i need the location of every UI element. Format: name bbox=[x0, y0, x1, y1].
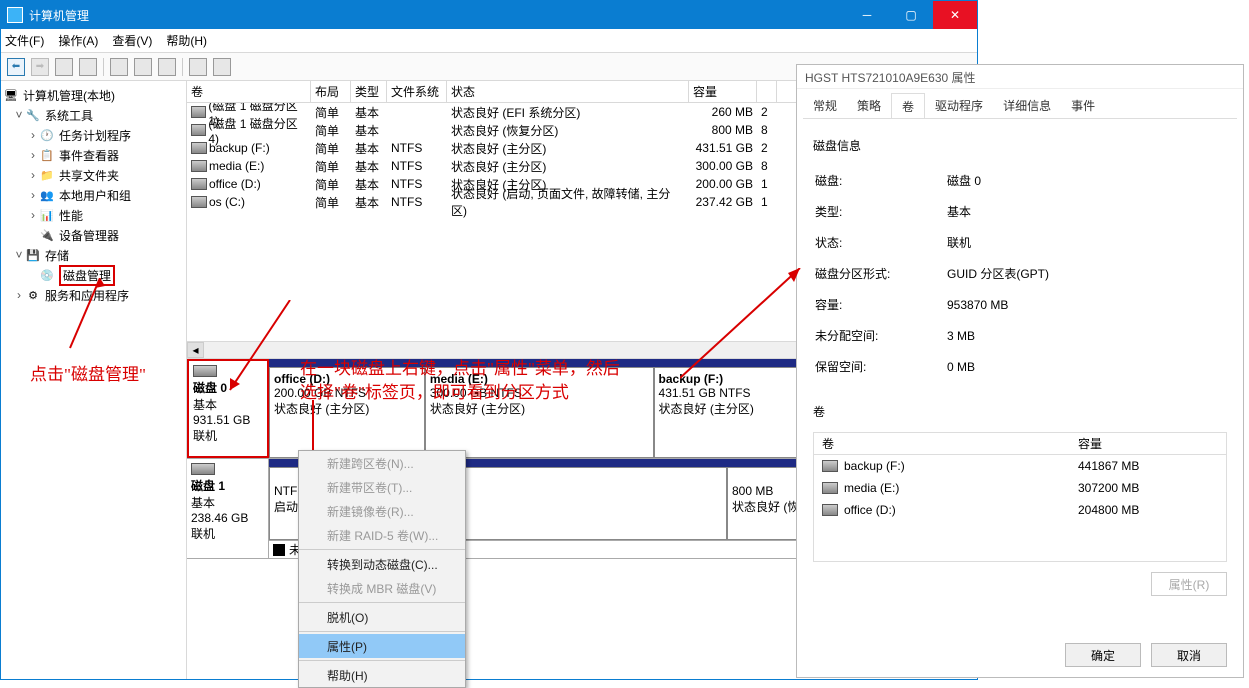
dialog-title: HGST HTS721010A9E630 属性 bbox=[797, 65, 1243, 89]
tree-root[interactable]: 计算机管理(本地) bbox=[23, 87, 115, 104]
annotation-1: 点击"磁盘管理" bbox=[30, 360, 146, 385]
close-button[interactable]: ✕ bbox=[933, 1, 977, 29]
tab-policy[interactable]: 策略 bbox=[847, 93, 891, 118]
disk-0-info[interactable]: 磁盘 0 基本 931.51 GB 联机 bbox=[187, 359, 269, 458]
disk-1-info[interactable]: 磁盘 1 基本 238.46 GB 联机 bbox=[187, 459, 269, 558]
share-icon: 📁 bbox=[39, 167, 55, 183]
disk-icon: 💿 bbox=[39, 267, 55, 283]
tree-item[interactable]: 共享文件夹 bbox=[59, 167, 119, 184]
col-status[interactable]: 状态 bbox=[447, 81, 689, 102]
toolbar-icon[interactable] bbox=[110, 58, 128, 76]
toolbar-icon[interactable] bbox=[134, 58, 152, 76]
volumes-box: 卷容量 backup (F:)441867 MBmedia (E:)307200… bbox=[813, 432, 1227, 562]
ctx-new-mirrored: 新建镜像卷(R)... bbox=[299, 499, 465, 523]
disk-context-menu: 新建跨区卷(N)... 新建带区卷(T)... 新建镜像卷(R)... 新建 R… bbox=[298, 450, 466, 688]
tab-details[interactable]: 详细信息 bbox=[993, 93, 1061, 118]
event-icon: 📋 bbox=[39, 147, 55, 163]
ctx-help[interactable]: 帮助(H) bbox=[299, 663, 465, 687]
tree-item[interactable]: 事件查看器 bbox=[59, 147, 119, 164]
col-volume[interactable]: 卷 bbox=[187, 81, 311, 102]
device-icon: 🔌 bbox=[39, 227, 55, 243]
ctx-new-striped: 新建带区卷(T)... bbox=[299, 475, 465, 499]
tree-item[interactable]: 本地用户和组 bbox=[59, 187, 131, 204]
ctx-convert-dynamic[interactable]: 转换到动态磁盘(C)... bbox=[299, 552, 465, 576]
col-type[interactable]: 类型 bbox=[351, 81, 387, 102]
volumes-heading: 卷 bbox=[813, 403, 1227, 420]
inner-properties-button: 属性(R) bbox=[1151, 572, 1227, 596]
col-layout[interactable]: 布局 bbox=[311, 81, 351, 102]
ctx-properties[interactable]: 属性(P) bbox=[299, 634, 465, 658]
dialog-volume-row[interactable]: backup (F:)441867 MB bbox=[814, 455, 1226, 477]
tree-diskmgmt[interactable]: 磁盘管理 bbox=[59, 265, 115, 286]
toolbar-icon[interactable] bbox=[55, 58, 73, 76]
ctx-offline[interactable]: 脱机(O) bbox=[299, 605, 465, 629]
ctx-new-spanned: 新建跨区卷(N)... bbox=[299, 451, 465, 475]
toolbar-icon[interactable] bbox=[213, 58, 231, 76]
tree-item[interactable]: 任务计划程序 bbox=[59, 127, 131, 144]
disk-info-table: 磁盘:磁盘 0类型:基本状态:联机磁盘分区形式:GUID 分区表(GPT)容量:… bbox=[813, 164, 1227, 383]
annotation-2a: 在一块磁盘上右键，点击"属性"菜单，然后 bbox=[300, 354, 620, 379]
menu-file[interactable]: 文件(F) bbox=[5, 32, 44, 49]
tree-systools[interactable]: 系统工具 bbox=[45, 107, 93, 124]
perf-icon: 📊 bbox=[39, 207, 55, 223]
ok-button[interactable]: 确定 bbox=[1065, 643, 1141, 667]
services-icon: ⚙ bbox=[25, 287, 41, 303]
scheduler-icon: 🕐 bbox=[39, 127, 55, 143]
users-icon: 👥 bbox=[39, 187, 55, 203]
tree-storage[interactable]: 存储 bbox=[45, 247, 69, 264]
menubar: 文件(F) 操作(A) 查看(V) 帮助(H) bbox=[1, 29, 977, 53]
disk-icon bbox=[193, 365, 217, 377]
toolbar-icon[interactable] bbox=[189, 58, 207, 76]
col-filesystem[interactable]: 文件系统 bbox=[387, 81, 447, 102]
minimize-button[interactable]: ─ bbox=[845, 1, 889, 29]
titlebar: 计算机管理 ─ ▢ ✕ bbox=[1, 1, 977, 29]
toolbar-icon[interactable] bbox=[79, 58, 97, 76]
tab-general[interactable]: 常规 bbox=[803, 93, 847, 118]
menu-view[interactable]: 查看(V) bbox=[112, 32, 152, 49]
tab-driver[interactable]: 驱动程序 bbox=[925, 93, 993, 118]
menu-help[interactable]: 帮助(H) bbox=[166, 32, 207, 49]
maximize-button[interactable]: ▢ bbox=[889, 1, 933, 29]
forward-icon: ➡ bbox=[31, 58, 49, 76]
tab-volumes[interactable]: 卷 bbox=[891, 93, 925, 118]
disk-info-heading: 磁盘信息 bbox=[813, 137, 1227, 154]
wrench-icon: 🔧 bbox=[25, 107, 41, 123]
disk-properties-dialog: HGST HTS721010A9E630 属性 常规 策略 卷 驱动程序 详细信… bbox=[796, 64, 1244, 678]
window-title: 计算机管理 bbox=[29, 7, 845, 24]
dialog-tabs: 常规 策略 卷 驱动程序 详细信息 事件 bbox=[803, 93, 1237, 119]
tree-services[interactable]: 服务和应用程序 bbox=[45, 287, 129, 304]
tree-item[interactable]: 设备管理器 bbox=[59, 227, 119, 244]
toolbar-icon[interactable] bbox=[158, 58, 176, 76]
dialog-volume-row[interactable]: media (E:)307200 MB bbox=[814, 477, 1226, 499]
annotation-2b: 选择"卷"标签页，即可看到分区方式 bbox=[300, 378, 569, 403]
computer-icon: 🖥 bbox=[3, 87, 19, 103]
ctx-convert-mbr: 转换成 MBR 磁盘(V) bbox=[299, 576, 465, 600]
legend-unallocated-icon bbox=[273, 544, 285, 556]
ctx-new-raid5: 新建 RAID-5 卷(W)... bbox=[299, 523, 465, 547]
tab-events[interactable]: 事件 bbox=[1061, 93, 1105, 118]
back-icon[interactable]: ⬅ bbox=[7, 58, 25, 76]
scroll-left-icon[interactable]: ◂ bbox=[187, 342, 204, 358]
disk-icon bbox=[191, 463, 215, 475]
col-capacity[interactable]: 容量 bbox=[689, 81, 757, 102]
app-icon bbox=[7, 7, 23, 23]
cancel-button[interactable]: 取消 bbox=[1151, 643, 1227, 667]
menu-action[interactable]: 操作(A) bbox=[58, 32, 98, 49]
storage-icon: 💾 bbox=[25, 247, 41, 263]
tree-item[interactable]: 性能 bbox=[59, 207, 83, 224]
dialog-volume-row[interactable]: office (D:)204800 MB bbox=[814, 499, 1226, 521]
